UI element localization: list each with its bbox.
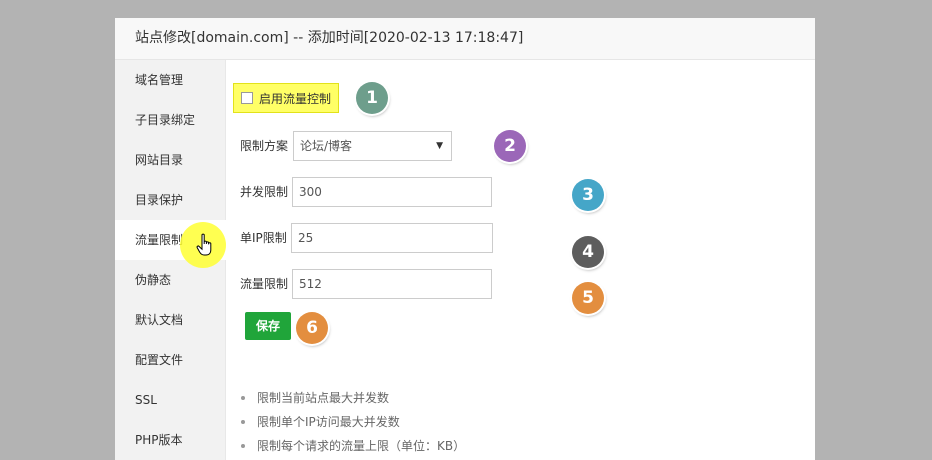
step-badge-3: 3 xyxy=(572,179,604,211)
help-item: 限制当前站点最大并发数 xyxy=(241,386,465,410)
traffic-limit-panel: 启用流量控制 1 限制方案 论坛/博客 ▼ 2 并发限制 300 3 单IP限制… xyxy=(226,60,815,460)
traffic-label: 流量限制 xyxy=(240,277,289,291)
help-list: 限制当前站点最大并发数 限制单个IP访问最大并发数 限制每个请求的流量上限（单位… xyxy=(241,386,465,458)
enable-checkbox[interactable] xyxy=(241,92,253,104)
sidebar-item-config[interactable]: 配置文件 xyxy=(115,340,225,380)
scheme-select[interactable]: 论坛/博客 ▼ xyxy=(293,131,452,161)
per-ip-label: 单IP限制 xyxy=(240,231,287,245)
dialog-title: 站点修改[domain.com] -- 添加时间[2020-02-13 17:1… xyxy=(115,18,815,60)
scheme-select-value: 论坛/博客 xyxy=(300,139,353,153)
enable-traffic-control[interactable]: 启用流量控制 xyxy=(233,83,339,113)
sidebar-item-subdir[interactable]: 子目录绑定 xyxy=(115,100,225,140)
scheme-label: 限制方案 xyxy=(240,139,289,153)
per-ip-input[interactable]: 25 xyxy=(291,223,493,253)
step-badge-6: 6 xyxy=(296,312,328,344)
hand-pointer-icon xyxy=(196,233,212,256)
concurrent-label: 并发限制 xyxy=(240,185,289,199)
concurrent-input[interactable]: 300 xyxy=(292,177,492,207)
sidebar-item-default-doc[interactable]: 默认文档 xyxy=(115,300,225,340)
sidebar-item-ssl[interactable]: SSL xyxy=(115,380,225,420)
save-button[interactable]: 保存 xyxy=(245,312,291,340)
traffic-input[interactable]: 512 xyxy=(292,269,492,299)
help-item: 限制单个IP访问最大并发数 xyxy=(241,410,465,434)
sidebar-item-dir-protect[interactable]: 目录保护 xyxy=(115,180,225,220)
step-badge-4: 4 xyxy=(572,236,604,268)
chevron-down-icon: ▼ xyxy=(436,141,443,151)
sidebar-item-site-dir[interactable]: 网站目录 xyxy=(115,140,225,180)
sidebar-item-domain[interactable]: 域名管理 xyxy=(115,60,225,100)
step-badge-1: 1 xyxy=(356,82,388,114)
sidebar-item-php[interactable]: PHP版本 xyxy=(115,420,225,460)
help-item: 限制每个请求的流量上限（单位：KB） xyxy=(241,434,465,458)
step-badge-5: 5 xyxy=(572,282,604,314)
enable-checkbox-label: 启用流量控制 xyxy=(259,91,332,106)
step-badge-2: 2 xyxy=(494,130,526,162)
